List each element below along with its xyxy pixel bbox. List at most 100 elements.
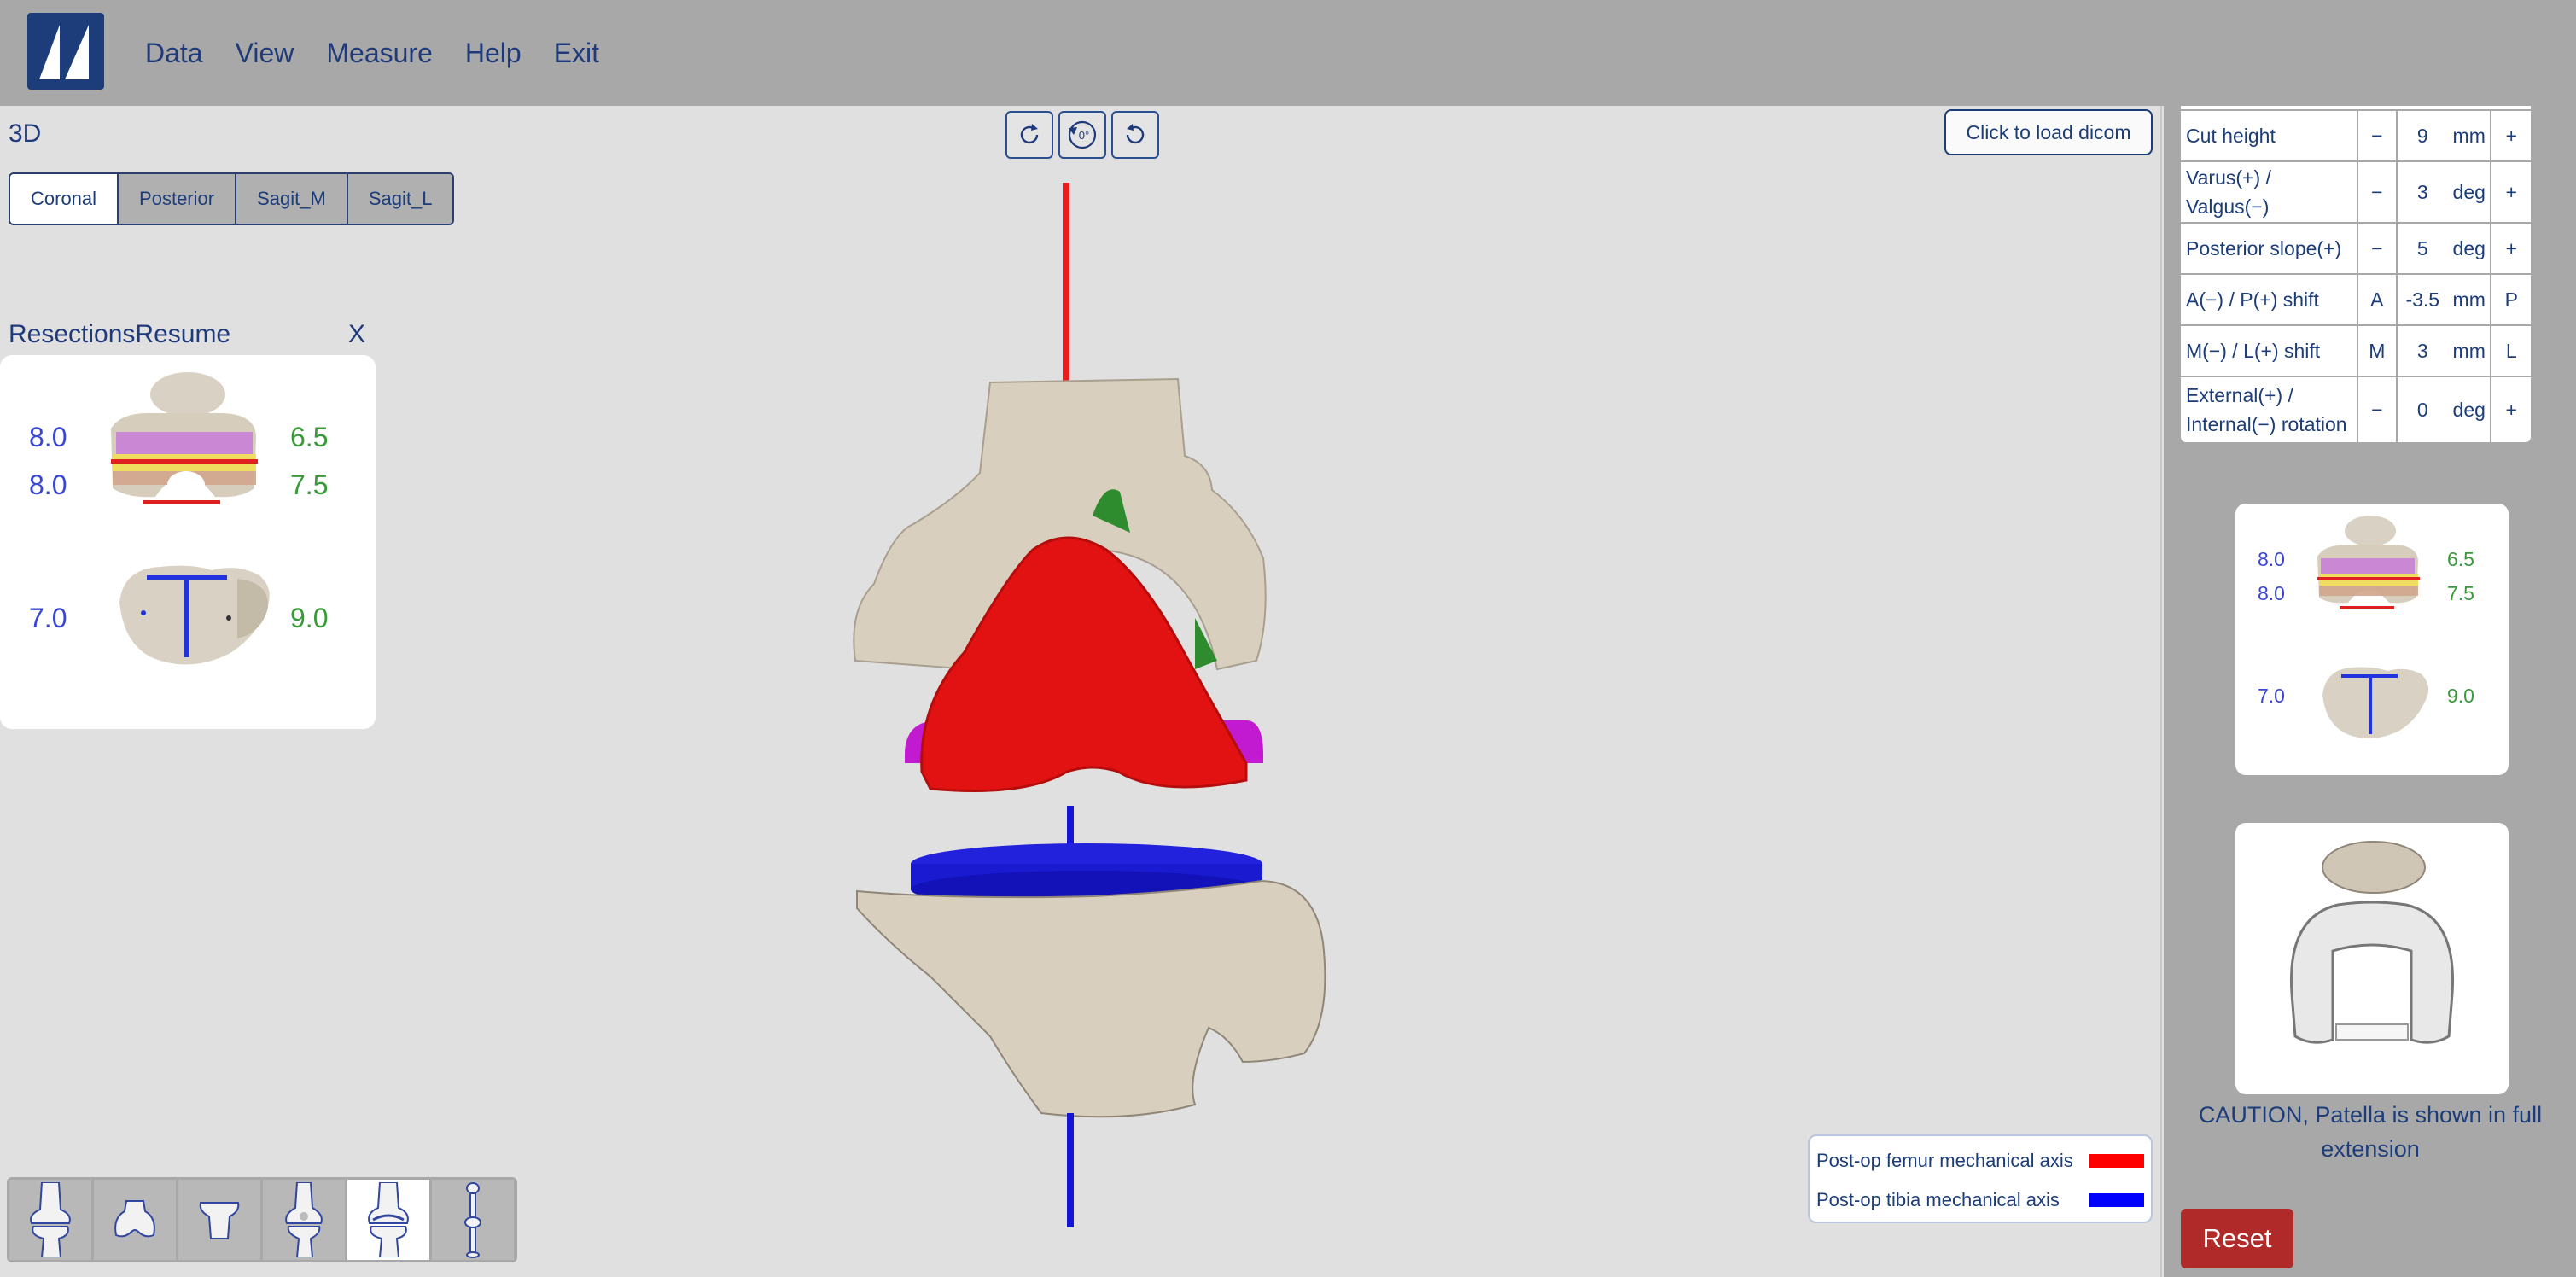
femur-resection-thumbnail-icon bbox=[111, 372, 258, 504]
param-row-varus-valgus: Varus(+) / Valgus(−) − 3 deg + bbox=[2181, 162, 2531, 224]
summary-femur-left-bottom: 8.0 bbox=[2258, 582, 2285, 604]
rotate-ccw-button[interactable] bbox=[1111, 111, 1159, 159]
tibia-proximal-view-button[interactable] bbox=[178, 1180, 260, 1260]
knee-side-icon bbox=[285, 1182, 323, 1257]
femur-distal-view-button[interactable] bbox=[94, 1180, 176, 1260]
view-tabs: Coronal Posterior Sagit_M Sagit_L bbox=[9, 172, 455, 225]
ml-shift-medial-button[interactable]: M bbox=[2358, 326, 2398, 376]
varus-valgus-plus-button[interactable]: + bbox=[2491, 162, 2531, 222]
rotate-cw-button[interactable] bbox=[1005, 111, 1053, 159]
tibia-right-value: 9.0 bbox=[290, 603, 329, 633]
legend-femur-row: Post-op femur mechanical axis bbox=[1816, 1141, 2144, 1181]
tab-coronal[interactable]: Coronal bbox=[10, 174, 119, 224]
rotation-angle-label: 0° bbox=[1079, 129, 1089, 142]
femur-distal-icon bbox=[114, 1200, 155, 1238]
tibia-left-value: 7.0 bbox=[29, 603, 67, 633]
rotation-value: 0 bbox=[2416, 398, 2428, 421]
cut-height-unit: mm bbox=[2448, 111, 2492, 160]
bottom-toolbar bbox=[7, 1177, 517, 1262]
top-menu-bar: Data View Measure Help Exit bbox=[0, 0, 2576, 106]
param-row-ml-shift: M(−) / L(+) shift M 3 mm L bbox=[2181, 326, 2531, 377]
knee-full-view-button[interactable] bbox=[9, 1180, 91, 1260]
resections-close-button[interactable]: X bbox=[348, 320, 367, 349]
menu-data[interactable]: Data bbox=[145, 38, 203, 69]
legend-tibia-label: Post-op tibia mechanical axis bbox=[1816, 1189, 2060, 1210]
femur-left-bottom-value: 8.0 bbox=[29, 469, 67, 500]
patella-preview-card bbox=[2235, 823, 2509, 1094]
axis-legend: Post-op femur mechanical axis Post-op ti… bbox=[1808, 1134, 2153, 1223]
menu-view[interactable]: View bbox=[236, 38, 294, 69]
summary-femur-right-top: 6.5 bbox=[2447, 548, 2474, 570]
ml-shift-lateral-button[interactable]: L bbox=[2491, 326, 2531, 376]
tab-posterior[interactable]: Posterior bbox=[119, 174, 237, 224]
menu-help[interactable]: Help bbox=[465, 38, 522, 69]
posterior-slope-value: 5 bbox=[2416, 236, 2428, 259]
tab-sagit-l[interactable]: Sagit_L bbox=[347, 174, 453, 224]
varus-valgus-minus-button[interactable]: − bbox=[2358, 162, 2398, 222]
param-label: Cut height bbox=[2181, 111, 2359, 160]
rotation-minus-button[interactable]: − bbox=[2358, 377, 2398, 442]
view-title: 3D bbox=[9, 120, 42, 148]
param-row-ap-shift: A(−) / P(+) shift A -3.5 mm P bbox=[2181, 275, 2531, 326]
resections-panel: 8.0 8.0 6.5 7.5 7.0 9.0 bbox=[0, 355, 376, 729]
rotation-controls: 0° bbox=[1005, 111, 1159, 159]
load-dicom-button[interactable]: Click to load dicom bbox=[1944, 109, 2153, 155]
reset-button[interactable]: Reset bbox=[2181, 1209, 2293, 1268]
femur-right-top-value: 6.5 bbox=[290, 422, 329, 452]
knee-side-view-button[interactable] bbox=[263, 1180, 345, 1260]
patella-implant-icon bbox=[2289, 841, 2455, 1044]
legend-tibia-swatch bbox=[2089, 1193, 2144, 1207]
posterior-slope-minus-button[interactable]: − bbox=[2358, 224, 2398, 273]
resections-header: ResectionsResume X bbox=[9, 319, 367, 350]
legend-femur-swatch bbox=[2089, 1154, 2144, 1168]
posterior-slope-plus-button[interactable]: + bbox=[2491, 224, 2531, 273]
param-label: Varus(+) / Valgus(−) bbox=[2181, 162, 2359, 222]
leg-full-icon bbox=[464, 1182, 481, 1258]
ap-shift-unit: mm bbox=[2448, 275, 2492, 324]
reset-rotation-button[interactable]: 0° bbox=[1058, 111, 1106, 159]
menu-exit[interactable]: Exit bbox=[554, 38, 599, 69]
summary-tibia-right: 9.0 bbox=[2447, 685, 2474, 707]
tab-sagit-m[interactable]: Sagit_M bbox=[236, 174, 348, 224]
varus-valgus-unit: deg bbox=[2448, 162, 2492, 222]
rotate-cw-icon bbox=[1020, 124, 1039, 144]
param-label: Posterior slope(+) bbox=[2181, 224, 2359, 273]
rotation-plus-button[interactable]: + bbox=[2491, 377, 2531, 442]
ml-shift-unit: mm bbox=[2448, 326, 2492, 376]
main-menu: Data View Measure Help Exit bbox=[145, 0, 632, 106]
summary-femur-right-bottom: 7.5 bbox=[2447, 582, 2474, 604]
cut-height-plus-button[interactable]: + bbox=[2491, 111, 2531, 160]
resections-title: ResectionsResume bbox=[9, 320, 231, 348]
param-label: M(−) / L(+) shift bbox=[2181, 326, 2359, 376]
cut-height-value: 9 bbox=[2416, 124, 2428, 147]
femur-left-top-value: 8.0 bbox=[29, 422, 67, 452]
param-row-rotation: External(+) / Internal(−) rotation − 0 d… bbox=[2181, 377, 2531, 442]
summary-tibia-thumbnail-icon bbox=[2322, 667, 2429, 738]
param-label: External(+) / Internal(−) rotation bbox=[2181, 377, 2359, 442]
summary-femur-left-top: 8.0 bbox=[2258, 548, 2285, 570]
cut-height-minus-button[interactable]: − bbox=[2358, 111, 2398, 160]
rotation-unit: deg bbox=[2448, 377, 2492, 442]
tibia-proximal-icon bbox=[199, 1202, 240, 1239]
legend-femur-label: Post-op femur mechanical axis bbox=[1816, 1150, 2073, 1171]
posterior-slope-unit: deg bbox=[2448, 224, 2492, 273]
param-label: A(−) / P(+) shift bbox=[2181, 275, 2359, 324]
knee-implant-view-button[interactable] bbox=[347, 1180, 429, 1260]
param-row-posterior-slope: Posterior slope(+) − 5 deg + bbox=[2181, 224, 2531, 275]
summary-femur-thumbnail-icon bbox=[2317, 516, 2420, 609]
menu-measure[interactable]: Measure bbox=[326, 38, 433, 69]
resection-summary-card: 8.0 8.0 6.5 7.5 7.0 9.0 bbox=[2235, 504, 2509, 775]
ap-shift-posterior-button[interactable]: P bbox=[2491, 275, 2531, 324]
3d-viewport[interactable]: 3D 0° Click to load dicom Coronal Poster… bbox=[0, 106, 2162, 1277]
summary-tibia-left: 7.0 bbox=[2258, 685, 2285, 707]
app-logo bbox=[27, 13, 104, 90]
tibia-parameters-table: Cut height − 9 mm + Varus(+) / Valgus(−)… bbox=[2181, 106, 2531, 442]
ap-shift-anterior-button[interactable]: A bbox=[2358, 275, 2398, 324]
knee-3d-model[interactable] bbox=[836, 174, 1383, 1233]
leg-full-view-button[interactable] bbox=[432, 1180, 514, 1260]
ap-shift-value: -3.5 bbox=[2405, 288, 2440, 311]
femur-right-bottom-value: 7.5 bbox=[290, 469, 329, 500]
tibia-resection-thumbnail-icon bbox=[119, 565, 270, 665]
legend-tibia-row: Post-op tibia mechanical axis bbox=[1816, 1181, 2144, 1220]
rotate-ccw-icon bbox=[1126, 124, 1145, 144]
